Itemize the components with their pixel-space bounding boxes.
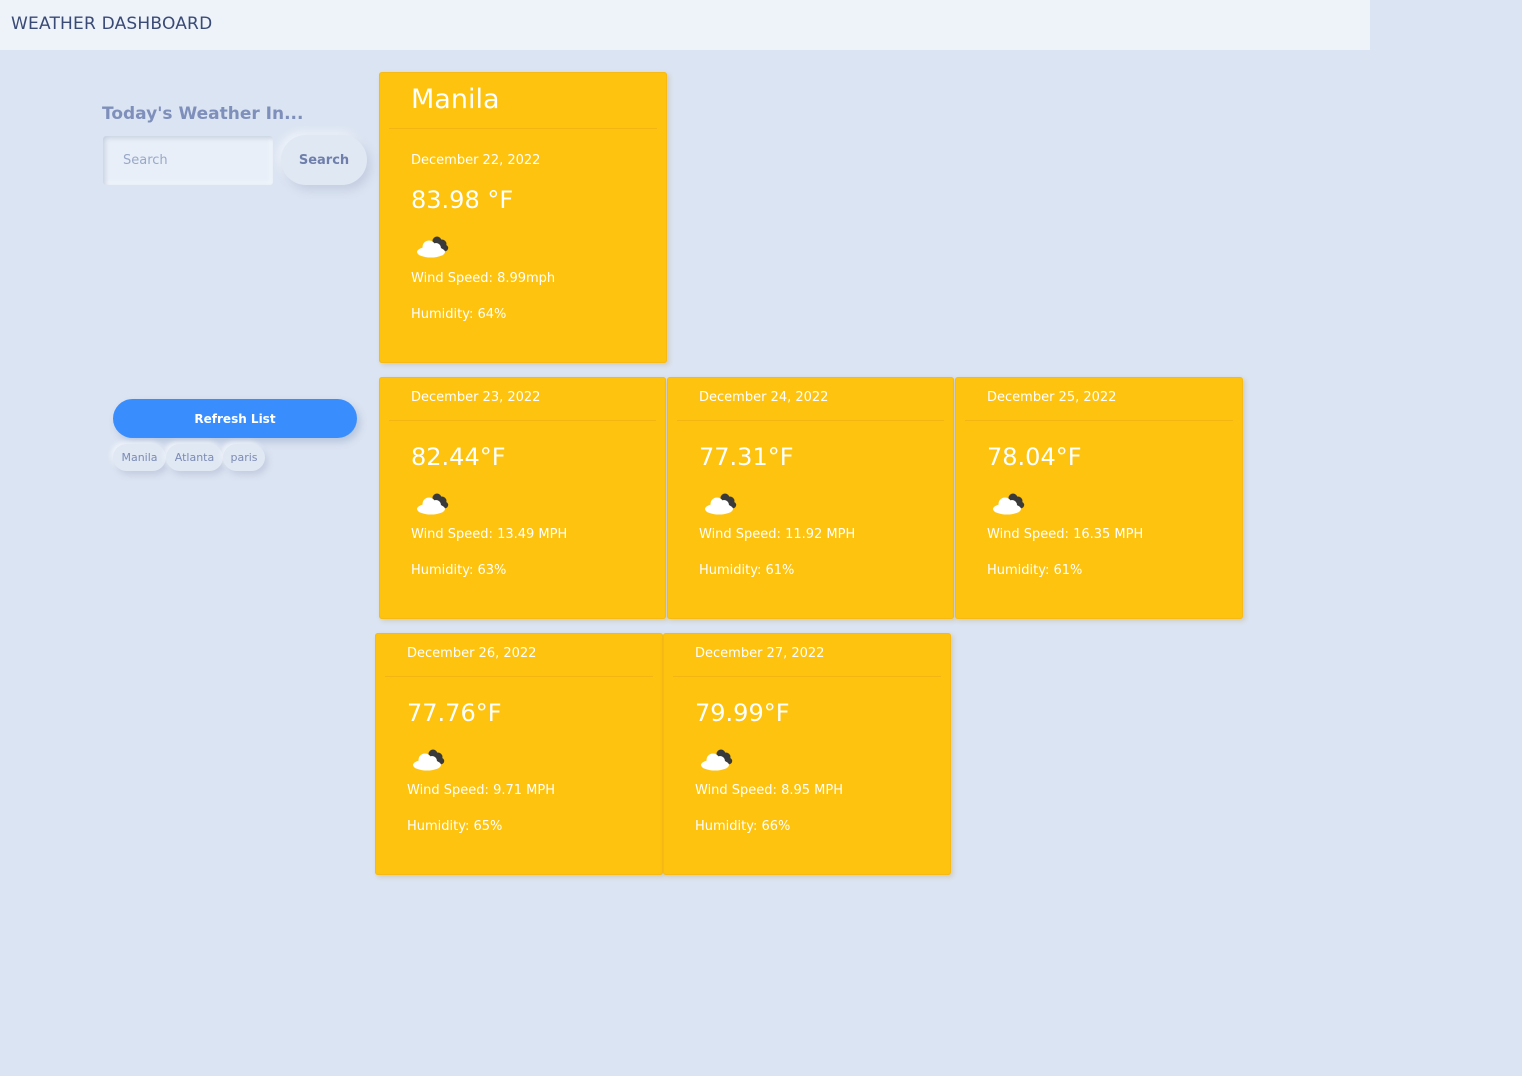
card-divider — [677, 420, 944, 421]
forecast-card: December 27, 2022 79.99°F Wind Speed: 8.… — [663, 633, 951, 875]
forecast-wind-speed: Wind Speed: 11.92 MPH — [699, 527, 856, 542]
forecast-temperature: 79.99°F — [695, 699, 790, 727]
partly-cloudy-night-icon — [993, 493, 1025, 515]
forecast-date: December 27, 2022 — [695, 646, 825, 661]
forecast-temperature: 78.04°F — [987, 443, 1082, 471]
forecast-date: December 25, 2022 — [987, 390, 1117, 405]
forecast-card: December 25, 2022 78.04°F Wind Speed: 16… — [955, 377, 1243, 619]
card-divider — [965, 420, 1233, 421]
forecast-temperature: 77.76°F — [407, 699, 502, 727]
card-divider — [389, 128, 657, 129]
app-header: WEATHER DASHBOARD — [0, 0, 1370, 50]
forecast-humidity: Humidity: 65% — [407, 819, 503, 834]
forecast-date: December 24, 2022 — [699, 390, 829, 405]
forecast-temperature: 82.44°F — [411, 443, 506, 471]
partly-cloudy-night-icon — [417, 236, 449, 258]
search-input[interactable] — [103, 136, 273, 185]
current-temperature: 83.98 °F — [411, 186, 514, 214]
history-item-paris[interactable]: paris — [223, 444, 265, 471]
forecast-date: December 26, 2022 — [407, 646, 537, 661]
city-name: Manila — [411, 84, 500, 115]
search-button[interactable]: Search — [281, 135, 367, 185]
forecast-wind-speed: Wind Speed: 9.71 MPH — [407, 783, 555, 798]
forecast-card: December 23, 2022 82.44°F Wind Speed: 13… — [379, 377, 666, 619]
forecast-wind-speed: Wind Speed: 13.49 MPH — [411, 527, 568, 542]
forecast-card: December 24, 2022 77.31°F Wind Speed: 11… — [667, 377, 954, 619]
forecast-wind-speed: Wind Speed: 16.35 MPH — [987, 527, 1144, 542]
forecast-date: December 23, 2022 — [411, 390, 541, 405]
card-divider — [389, 420, 656, 421]
forecast-card: December 26, 2022 77.76°F Wind Speed: 9.… — [375, 633, 663, 875]
forecast-wind-speed: Wind Speed: 8.95 MPH — [695, 783, 843, 798]
current-date: December 22, 2022 — [411, 153, 541, 168]
forecast-humidity: Humidity: 66% — [695, 819, 791, 834]
partly-cloudy-night-icon — [701, 749, 733, 771]
partly-cloudy-night-icon — [417, 493, 449, 515]
forecast-humidity: Humidity: 61% — [699, 563, 795, 578]
current-weather-card: Manila December 22, 2022 83.98 °F Wind S… — [379, 72, 667, 363]
partly-cloudy-night-icon — [705, 493, 737, 515]
forecast-humidity: Humidity: 63% — [411, 563, 507, 578]
app-title: WEATHER DASHBOARD — [11, 14, 213, 34]
forecast-temperature: 77.31°F — [699, 443, 794, 471]
current-wind-speed: Wind Speed: 8.99mph — [411, 271, 556, 286]
history-item-atlanta[interactable]: Atlanta — [166, 444, 223, 471]
refresh-list-button[interactable]: Refresh List — [113, 399, 357, 438]
history-item-manila[interactable]: Manila — [113, 444, 166, 471]
partly-cloudy-night-icon — [413, 749, 445, 771]
current-humidity: Humidity: 64% — [411, 307, 507, 322]
card-divider — [385, 676, 653, 677]
card-divider — [673, 676, 941, 677]
forecast-humidity: Humidity: 61% — [987, 563, 1083, 578]
search-heading: Today's Weather In... — [102, 104, 304, 124]
